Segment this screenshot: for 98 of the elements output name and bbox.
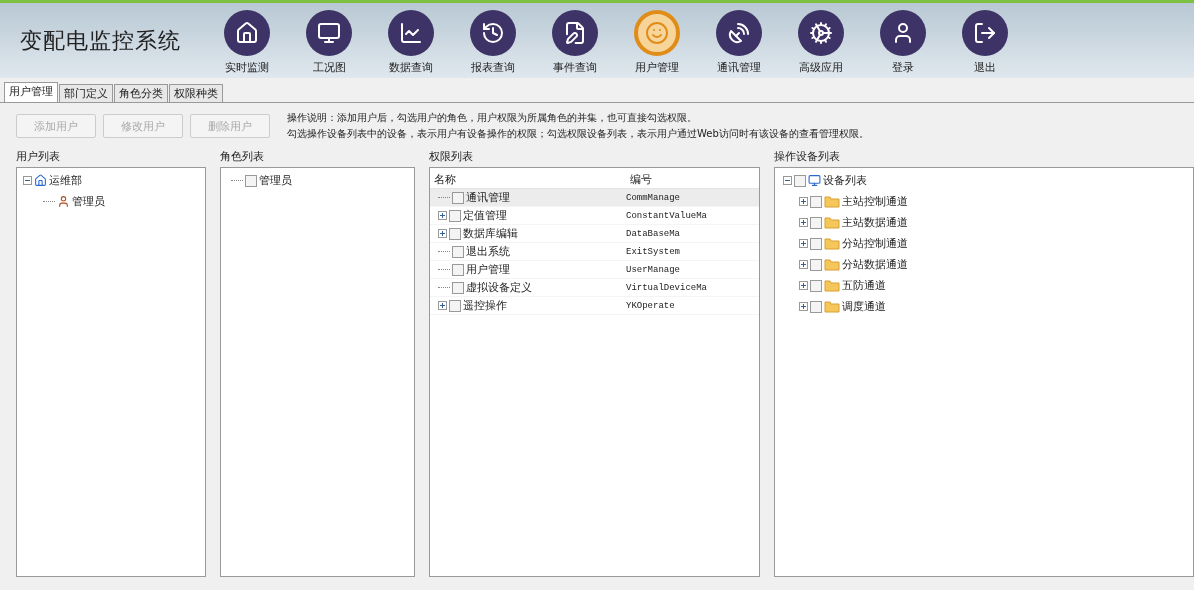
tree-item[interactable]: 主站数据通道 — [842, 215, 908, 230]
table-cell: YKOperate — [626, 300, 675, 311]
table-row[interactable]: 虚拟设备定义 VirtualDeviceMa — [430, 279, 759, 297]
tree-item[interactable]: 管理员 — [72, 194, 105, 209]
table-cell: ConstantValueMa — [626, 210, 707, 221]
expand-toggle-icon[interactable] — [799, 197, 808, 206]
monitor-icon — [808, 174, 821, 187]
expand-toggle-icon[interactable] — [799, 260, 808, 269]
table-row[interactable]: 通讯管理 CommManage — [430, 189, 759, 207]
nav-button[interactable]: 高级应用 — [780, 6, 862, 75]
folder-icon — [824, 258, 840, 271]
satellite-dish-icon — [727, 21, 751, 45]
table-cell: 虚拟设备定义 — [466, 280, 532, 295]
nav-button[interactable]: 事件查询 — [534, 6, 616, 75]
instruction-text: 勾选操作设备列表中的设备，表示用户有设备操作的权限；勾选权限设备列表，表示用户通过Web访问时有该设备的查看管理权限。 — [287, 127, 869, 141]
tree-item[interactable]: 五防通道 — [842, 278, 886, 293]
tab[interactable]: 权限种类 — [169, 84, 223, 102]
app-title: 变配电监控系统 — [20, 26, 182, 55]
table-cell: 通讯管理 — [466, 190, 510, 205]
table-row[interactable]: 退出系统 ExitSystem — [430, 243, 759, 261]
folder-icon — [824, 300, 840, 313]
tab[interactable]: 用户管理 — [4, 82, 58, 102]
checkbox[interactable] — [810, 216, 822, 229]
checkbox[interactable] — [810, 195, 822, 208]
table-row[interactable]: 数据库编辑 DataBaseMa — [430, 225, 759, 243]
checkbox[interactable] — [245, 174, 257, 187]
column-header: 编号 — [629, 171, 653, 187]
table-cell: 退出系统 — [466, 244, 510, 259]
folder-icon — [824, 279, 840, 292]
column-header: 名称 — [433, 171, 457, 187]
collapse-toggle-icon[interactable] — [23, 176, 32, 185]
checkbox[interactable] — [810, 279, 822, 292]
house-icon — [34, 174, 47, 187]
checkbox[interactable] — [810, 300, 822, 313]
checkbox[interactable] — [449, 227, 461, 240]
expand-toggle-icon[interactable] — [799, 281, 808, 290]
tree-item[interactable]: 管理员 — [259, 173, 292, 188]
tree-item[interactable]: 运维部 — [49, 173, 82, 188]
panel-title: 角色列表 — [220, 149, 265, 164]
nav-button[interactable]: 通讯管理 — [698, 6, 780, 75]
table-cell: VirtualDeviceMa — [626, 282, 707, 293]
checkbox[interactable] — [449, 299, 461, 312]
gear-icon — [809, 21, 833, 45]
checkbox[interactable] — [452, 263, 464, 276]
tree-item[interactable]: 设备列表 — [823, 173, 867, 188]
table-cell: CommManage — [626, 192, 680, 203]
folder-icon — [824, 237, 840, 250]
expand-toggle-icon[interactable] — [438, 301, 447, 310]
table-cell: DataBaseMa — [626, 228, 680, 239]
checkbox[interactable] — [449, 209, 461, 222]
nav-button[interactable]: 登录 — [862, 6, 944, 75]
user-icon — [57, 195, 70, 208]
table-cell: 数据库编辑 — [463, 226, 518, 241]
table-row[interactable]: 用户管理 UserManage — [430, 261, 759, 279]
expand-toggle-icon[interactable] — [799, 239, 808, 248]
nav-button[interactable]: 报表查询 — [452, 6, 534, 75]
panel-title: 用户列表 — [16, 149, 61, 164]
table-cell: UserManage — [626, 264, 680, 275]
nav-button[interactable]: 数据查询 — [370, 6, 452, 75]
monitor-icon — [317, 21, 341, 45]
table-cell: 用户管理 — [466, 262, 510, 277]
checkbox[interactable] — [452, 245, 464, 258]
expand-toggle-icon[interactable] — [438, 211, 447, 220]
house-icon — [235, 21, 259, 45]
exit-icon — [973, 21, 997, 45]
nav-button[interactable]: 实时监测 — [206, 6, 288, 75]
table-row[interactable]: 遥控操作 YKOperate — [430, 297, 759, 315]
smiley-icon — [645, 21, 669, 45]
checkbox[interactable] — [452, 281, 464, 294]
expand-toggle-icon[interactable] — [799, 218, 808, 227]
nav-button[interactable]: 用户管理 — [616, 6, 698, 75]
table-row[interactable]: 定值管理 ConstantValueMa — [430, 207, 759, 225]
table-cell: 遥控操作 — [463, 298, 507, 313]
tree-item[interactable]: 调度通道 — [842, 299, 886, 314]
chart-icon — [399, 21, 423, 45]
tab[interactable]: 角色分类 — [114, 84, 168, 102]
table-cell: 定值管理 — [463, 208, 507, 223]
collapse-toggle-icon[interactable] — [783, 176, 792, 185]
tree-item[interactable]: 分站控制通道 — [842, 236, 908, 251]
tab[interactable]: 部门定义 — [59, 84, 113, 102]
checkbox[interactable] — [452, 191, 464, 204]
tree-item[interactable]: 主站控制通道 — [842, 194, 908, 209]
expand-toggle-icon[interactable] — [438, 229, 447, 238]
checkbox[interactable] — [810, 237, 822, 250]
expand-toggle-icon[interactable] — [799, 302, 808, 311]
history-icon — [481, 21, 505, 45]
panel-title: 操作设备列表 — [774, 149, 841, 164]
tree-item[interactable]: 分站数据通道 — [842, 257, 908, 272]
instruction-text: 操作说明：添加用户后，勾选用户的角色，用户权限为所属角色的并集，也可直接勾选权限。 — [287, 111, 698, 125]
nav-button[interactable]: 工况图 — [288, 6, 370, 75]
folder-icon — [824, 216, 840, 229]
folder-icon — [824, 195, 840, 208]
table-cell: ExitSystem — [626, 246, 680, 257]
note-icon — [563, 21, 587, 45]
checkbox[interactable] — [794, 174, 806, 187]
panel-title: 权限列表 — [429, 149, 474, 164]
nav-button[interactable]: 退出 — [944, 6, 1026, 75]
checkbox[interactable] — [810, 258, 822, 271]
